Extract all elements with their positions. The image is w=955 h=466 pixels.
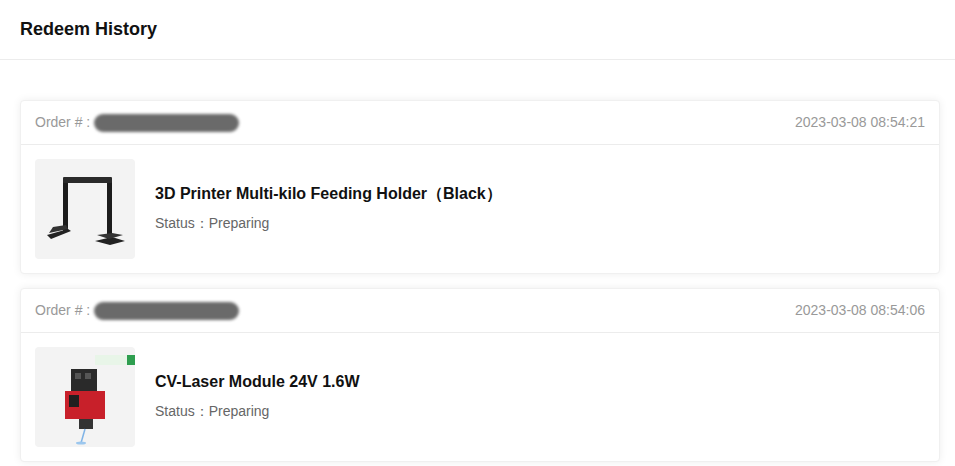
- product-name[interactable]: 3D Printer Multi-kilo Feeding Holder（Bla…: [155, 184, 502, 205]
- status-value: Preparing: [209, 215, 270, 231]
- status-label: Status：: [155, 403, 209, 419]
- order-header: Order # : 2023-03-08 08:54:06: [21, 289, 939, 333]
- order-label: Order # :: [35, 300, 90, 321]
- order-number: Order # :: [35, 300, 239, 321]
- order-body: 3D Printer Multi-kilo Feeding Holder（Bla…: [21, 145, 939, 273]
- order-card: Order # : 2023-03-08 08:54:06 CV-Laser Mod…: [20, 288, 940, 462]
- product-info: CV-Laser Module 24V 1.6W Status：Preparing: [155, 372, 360, 423]
- page-header: Redeem History: [0, 0, 955, 60]
- status-label: Status：: [155, 215, 209, 231]
- order-card: Order # : 2023-03-08 08:54:21 3D Printer M…: [20, 100, 940, 274]
- redacted-order-number: [94, 114, 239, 132]
- product-image[interactable]: [35, 159, 135, 259]
- page-title: Redeem History: [20, 19, 157, 41]
- order-list: Order # : 2023-03-08 08:54:21 3D Printer M…: [0, 60, 955, 462]
- order-label: Order # :: [35, 112, 90, 133]
- product-info: 3D Printer Multi-kilo Feeding Holder（Bla…: [155, 184, 502, 235]
- order-status: Status：Preparing: [155, 213, 502, 234]
- product-name[interactable]: CV-Laser Module 24V 1.6W: [155, 372, 360, 393]
- status-value: Preparing: [209, 403, 270, 419]
- product-image[interactable]: [35, 347, 135, 447]
- redacted-order-number: [94, 302, 239, 320]
- order-body: CV-Laser Module 24V 1.6W Status：Preparing: [21, 333, 939, 461]
- order-time: 2023-03-08 08:54:06: [795, 300, 925, 321]
- order-header: Order # : 2023-03-08 08:54:21: [21, 101, 939, 145]
- order-status: Status：Preparing: [155, 401, 360, 422]
- order-time: 2023-03-08 08:54:21: [795, 112, 925, 133]
- order-number: Order # :: [35, 112, 239, 133]
